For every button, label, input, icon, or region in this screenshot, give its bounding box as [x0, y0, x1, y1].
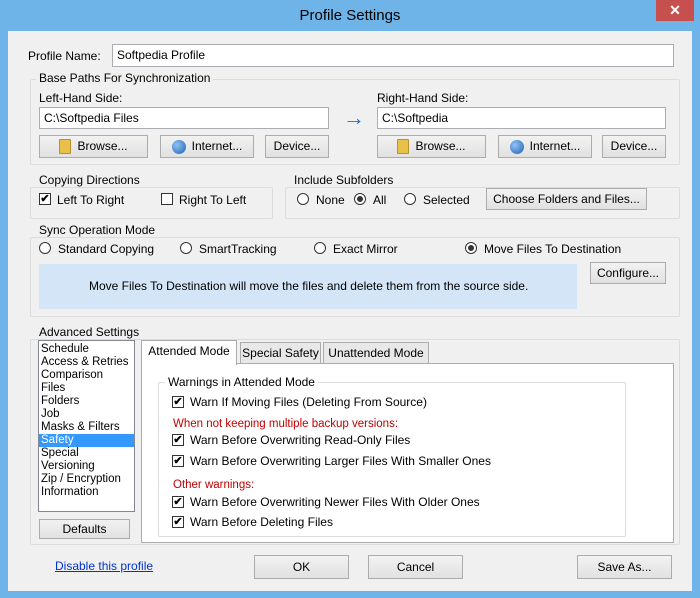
globe-icon	[509, 139, 524, 154]
configure-button[interactable]: Configure...	[590, 262, 666, 284]
folder-icon	[59, 139, 72, 155]
category-item[interactable]: Special	[39, 447, 134, 460]
right-to-left-checkbox[interactable]	[161, 193, 173, 205]
dialog-body: Profile Name: Softpedia Profile Base Pat…	[8, 31, 692, 591]
right-internet-button[interactable]: Internet...	[498, 135, 592, 158]
base-paths-label: Base Paths For Synchronization	[36, 71, 214, 85]
warn-moving-label: Warn If Moving Files (Deleting From Sour…	[190, 395, 427, 409]
exact-mirror-radio[interactable]	[314, 242, 326, 254]
title-bar[interactable]: Profile Settings ✕	[0, 0, 700, 32]
ok-button[interactable]: OK	[254, 555, 349, 579]
category-list: Schedule Access & Retries Comparison Files F…	[39, 341, 134, 499]
radio-selected-dot	[468, 245, 474, 251]
move-files-label: Move Files To Destination	[484, 242, 622, 256]
left-to-right-checkbox[interactable]: ✔	[39, 193, 51, 205]
left-internet-label: Internet...	[191, 139, 243, 153]
profile-name-label: Profile Name:	[28, 49, 101, 63]
smarttracking-label: SmartTracking	[199, 242, 277, 256]
close-button[interactable]: ✕	[656, 0, 694, 21]
standard-copying-label: Standard Copying	[58, 242, 155, 256]
left-to-right-label: Left To Right	[57, 193, 125, 207]
warn-deleting-checkbox[interactable]: ✔	[172, 516, 184, 528]
include-subfolders-label: Include Subfolders	[291, 173, 397, 187]
sync-mode-description-panel: Move Files To Destination will move the …	[39, 264, 577, 309]
category-item[interactable]: Safety	[39, 434, 134, 447]
right-path-input[interactable]: C:\Softpedia	[377, 107, 666, 129]
tab-attended-mode[interactable]: Attended Mode	[141, 340, 237, 365]
left-internet-button[interactable]: Internet...	[160, 135, 254, 158]
category-item[interactable]: Masks & Filters	[39, 421, 134, 434]
category-item[interactable]: Files	[39, 382, 134, 395]
sync-mode-label: Sync Operation Mode	[36, 223, 159, 237]
disable-profile-link[interactable]: Disable this profile	[55, 559, 153, 573]
smarttracking-radio[interactable]	[180, 242, 192, 254]
choose-folders-button[interactable]: Choose Folders and Files...	[486, 188, 647, 210]
category-item[interactable]: Zip / Encryption	[39, 473, 134, 486]
right-side-label: Right-Hand Side:	[377, 91, 469, 105]
tab-unattended-mode[interactable]: Unattended Mode	[323, 342, 429, 364]
profile-settings-window: Profile Settings ✕ Profile Name: Softped…	[0, 0, 700, 598]
cancel-button[interactable]: Cancel	[368, 555, 463, 579]
warn-newer-label: Warn Before Overwriting Newer Files With…	[190, 495, 480, 509]
category-item[interactable]: Access & Retries	[39, 356, 134, 369]
right-browse-label: Browse...	[415, 139, 466, 153]
folder-icon	[397, 139, 410, 155]
defaults-button[interactable]: Defaults	[39, 519, 130, 539]
exact-mirror-label: Exact Mirror	[333, 242, 398, 256]
left-device-button[interactable]: Device...	[265, 135, 329, 158]
other-warnings-note: Other warnings:	[173, 479, 255, 491]
subfolders-selected-label: Selected	[423, 193, 470, 207]
right-to-left-label: Right To Left	[179, 193, 247, 207]
warn-larger-checkbox[interactable]: ✔	[172, 455, 184, 467]
left-browse-button[interactable]: Browse...	[39, 135, 148, 158]
profile-name-input[interactable]: Softpedia Profile	[112, 44, 674, 67]
left-side-label: Left-Hand Side:	[39, 91, 123, 105]
window-title: Profile Settings	[299, 7, 401, 24]
subfolders-all-label: All	[373, 193, 387, 207]
warn-readonly-checkbox[interactable]: ✔	[172, 434, 184, 446]
save-as-button[interactable]: Save As...	[577, 555, 672, 579]
category-item[interactable]: Folders	[39, 395, 134, 408]
warnings-group-label: Warnings in Attended Mode	[165, 375, 318, 389]
category-listbox[interactable]: Schedule Access & Retries Comparison Files F…	[38, 340, 135, 512]
warn-deleting-label: Warn Before Deleting Files	[190, 515, 333, 529]
category-item[interactable]: Comparison	[39, 369, 134, 382]
subfolders-selected-radio[interactable]	[404, 193, 416, 205]
subfolders-none-radio[interactable]	[297, 193, 309, 205]
warn-newer-checkbox[interactable]: ✔	[172, 496, 184, 508]
right-internet-label: Internet...	[529, 139, 581, 153]
globe-icon	[171, 139, 186, 154]
category-item[interactable]: Versioning	[39, 460, 134, 473]
advanced-settings-label: Advanced Settings	[36, 325, 143, 339]
category-item[interactable]: Schedule	[39, 343, 134, 356]
warn-moving-checkbox[interactable]: ✔	[172, 396, 184, 408]
subfolders-all-radio[interactable]	[354, 193, 366, 205]
sync-direction-arrow-icon: →	[343, 105, 365, 130]
left-browse-label: Browse...	[77, 139, 128, 153]
sync-mode-description: Move Files To Destination will move the …	[89, 279, 529, 293]
backup-note: When not keeping multiple backup version…	[173, 418, 399, 430]
copying-directions-label: Copying Directions	[36, 173, 143, 187]
right-device-button[interactable]: Device...	[602, 135, 666, 158]
warn-readonly-label: Warn Before Overwriting Read-Only Files	[190, 433, 411, 447]
standard-copying-radio[interactable]	[39, 242, 51, 254]
tab-special-safety[interactable]: Special Safety	[240, 342, 321, 364]
left-path-input[interactable]: C:\Softpedia Files	[39, 107, 329, 129]
category-item[interactable]: Information	[39, 486, 134, 499]
right-browse-button[interactable]: Browse...	[377, 135, 486, 158]
subfolders-none-label: None	[316, 193, 345, 207]
warn-larger-label: Warn Before Overwriting Larger Files Wit…	[190, 454, 491, 468]
category-item[interactable]: Job	[39, 408, 134, 421]
move-files-radio[interactable]	[465, 242, 477, 254]
radio-selected-dot	[357, 196, 363, 202]
